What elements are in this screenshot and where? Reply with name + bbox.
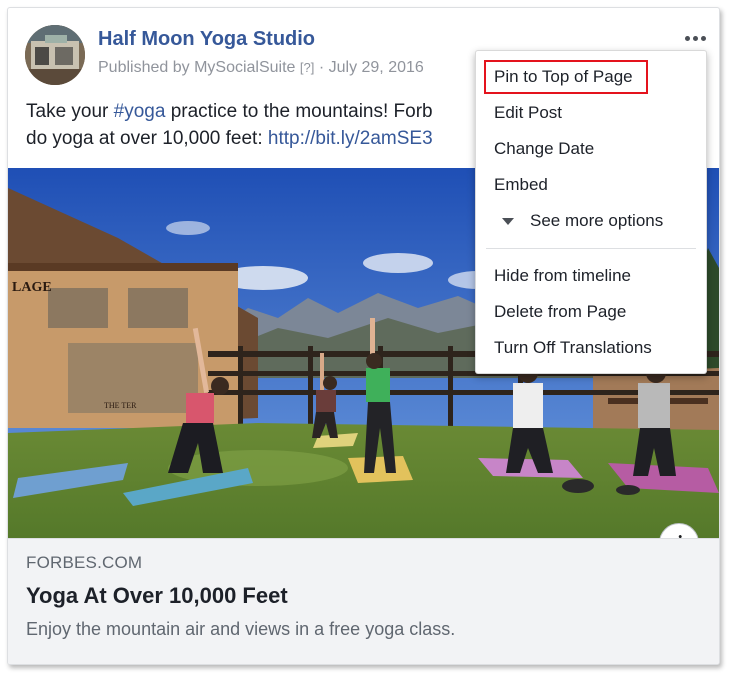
building-sign: LAGE (12, 280, 52, 295)
menu-item-turn-off-translations[interactable]: Turn Off Translations (476, 331, 706, 365)
menu-item-embed[interactable]: Embed (476, 168, 706, 202)
menu-item-label: Edit Post (494, 103, 563, 122)
link-title[interactable]: Yoga At Over 10,000 Feet (26, 583, 288, 609)
text-segment: Take your (26, 101, 114, 122)
post-options-menu: Pin to Top of Page Edit Post Change Date… (475, 50, 707, 374)
link-preview[interactable]: FORBES.COM Yoga At Over 10,000 Feet Enjo… (8, 538, 719, 664)
page-name-link[interactable]: Half Moon Yoga Studio (98, 28, 315, 51)
menu-item-change-date[interactable]: Change Date (476, 132, 706, 166)
menu-item-label: Pin to Top of Page (494, 67, 633, 86)
menu-item-label: Delete from Page (494, 302, 627, 321)
menu-item-label: Hide from timeline (494, 266, 631, 285)
more-options-icon[interactable] (682, 28, 708, 48)
help-marker[interactable]: [?] (300, 60, 314, 75)
menu-item-delete-from-page[interactable]: Delete from Page (476, 295, 706, 329)
published-by-label: Published by (98, 59, 190, 76)
dot (684, 35, 690, 41)
text-segment: do yoga at over 10,000 feet: (26, 128, 268, 149)
menu-item-label: Turn Off Translations (494, 338, 652, 357)
dot (692, 35, 698, 41)
post-url-link[interactable]: http://bit.ly/2amSE3 (268, 128, 433, 149)
text-segment: practice to the mountains! Forb (165, 101, 433, 122)
page-avatar[interactable] (25, 25, 85, 85)
link-description: Enjoy the mountain air and views in a fr… (26, 619, 456, 639)
menu-item-edit-post[interactable]: Edit Post (476, 96, 706, 130)
link-domain: FORBES.COM (26, 553, 143, 572)
menu-item-pin-to-top[interactable]: Pin to Top of Page (476, 60, 706, 94)
menu-item-label: Change Date (494, 139, 595, 158)
menu-divider (486, 248, 696, 249)
publisher-link[interactable]: MySocialSuite (194, 59, 295, 76)
post-meta: Published by MySocialSuite [?] · July 29… (98, 59, 424, 77)
menu-item-label: See more options (530, 211, 664, 230)
hashtag-link[interactable]: #yoga (114, 101, 166, 122)
menu-item-see-more-options[interactable]: See more options (476, 204, 706, 238)
post-date[interactable]: July 29, 2016 (329, 59, 424, 76)
dot (700, 35, 706, 41)
meta-separator: · (318, 59, 325, 76)
triangle-down-icon (502, 218, 514, 225)
menu-item-hide-from-timeline[interactable]: Hide from timeline (476, 259, 706, 293)
menu-item-label: Embed (494, 175, 548, 194)
building-sign-small: THE TER (104, 401, 137, 410)
